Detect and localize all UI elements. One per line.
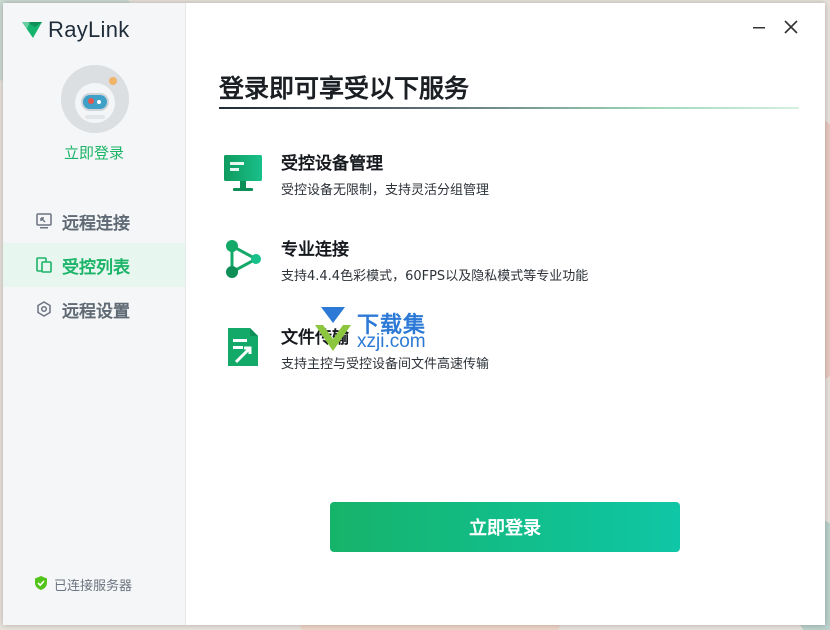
minimize-icon bbox=[753, 27, 765, 29]
feature-title: 文件传输 bbox=[281, 328, 349, 348]
feature-desc: 支持主控与受控设备间文件高速传输 bbox=[281, 357, 490, 372]
avatar[interactable] bbox=[61, 65, 129, 133]
login-now-button[interactable]: 立即登录 bbox=[330, 502, 680, 552]
sidebar-login-link[interactable]: 立即登录 bbox=[3, 142, 185, 163]
sidebar-item-remote-settings[interactable]: 远程设置 bbox=[3, 287, 185, 331]
minimize-button[interactable] bbox=[747, 15, 771, 39]
sidebar: RayLink 立即登录 远程连接 受控列表 远程设置 已连接服务器 bbox=[3, 3, 186, 625]
connection-status: 已连接服务器 bbox=[35, 575, 132, 594]
remote-connect-icon bbox=[35, 212, 53, 230]
raylink-window: RayLink 立即登录 远程连接 受控列表 远程设置 已连接服务器 登录即可享… bbox=[3, 3, 825, 625]
shield-check-icon bbox=[35, 575, 47, 594]
close-icon bbox=[784, 20, 798, 34]
share-nodes-icon bbox=[222, 238, 264, 280]
controlled-list-icon bbox=[35, 256, 53, 274]
sidebar-item-remote-connect[interactable]: 远程连接 bbox=[3, 199, 185, 243]
brand: RayLink bbox=[21, 17, 130, 43]
feature-item: 受控设备管理 受控设备无限制，支持灵活分组管理 bbox=[219, 149, 779, 209]
feature-item: 文件传输 支持主控与受控设备间文件高速传输 bbox=[219, 323, 779, 383]
feature-title: 受控设备管理 bbox=[281, 154, 383, 174]
app-name: RayLink bbox=[48, 17, 130, 42]
feature-desc: 支持4.4.4色彩模式，60FPS以及隐私模式等专业功能 bbox=[281, 269, 589, 284]
connection-status-text: 已连接服务器 bbox=[54, 579, 133, 594]
sidebar-item-controlled-list[interactable]: 受控列表 bbox=[3, 243, 185, 287]
feature-desc: 受控设备无限制，支持灵活分组管理 bbox=[281, 183, 490, 198]
file-transfer-icon bbox=[222, 326, 264, 368]
page-title: 登录即可享受以下服务 bbox=[219, 74, 470, 103]
title-divider bbox=[219, 107, 799, 109]
sidebar-item-label: 受控列表 bbox=[62, 257, 130, 278]
close-button[interactable] bbox=[779, 15, 803, 39]
feature-title: 专业连接 bbox=[281, 240, 349, 260]
raylink-logo-icon bbox=[21, 20, 43, 40]
sidebar-item-label: 远程连接 bbox=[62, 213, 130, 234]
sidebar-nav: 远程连接 受控列表 远程设置 bbox=[3, 199, 185, 331]
sidebar-item-label: 远程设置 bbox=[62, 301, 130, 322]
monitor-icon bbox=[222, 152, 264, 194]
settings-hex-icon bbox=[35, 300, 53, 318]
feature-item: 专业连接 支持4.4.4色彩模式，60FPS以及隐私模式等专业功能 bbox=[219, 235, 779, 295]
